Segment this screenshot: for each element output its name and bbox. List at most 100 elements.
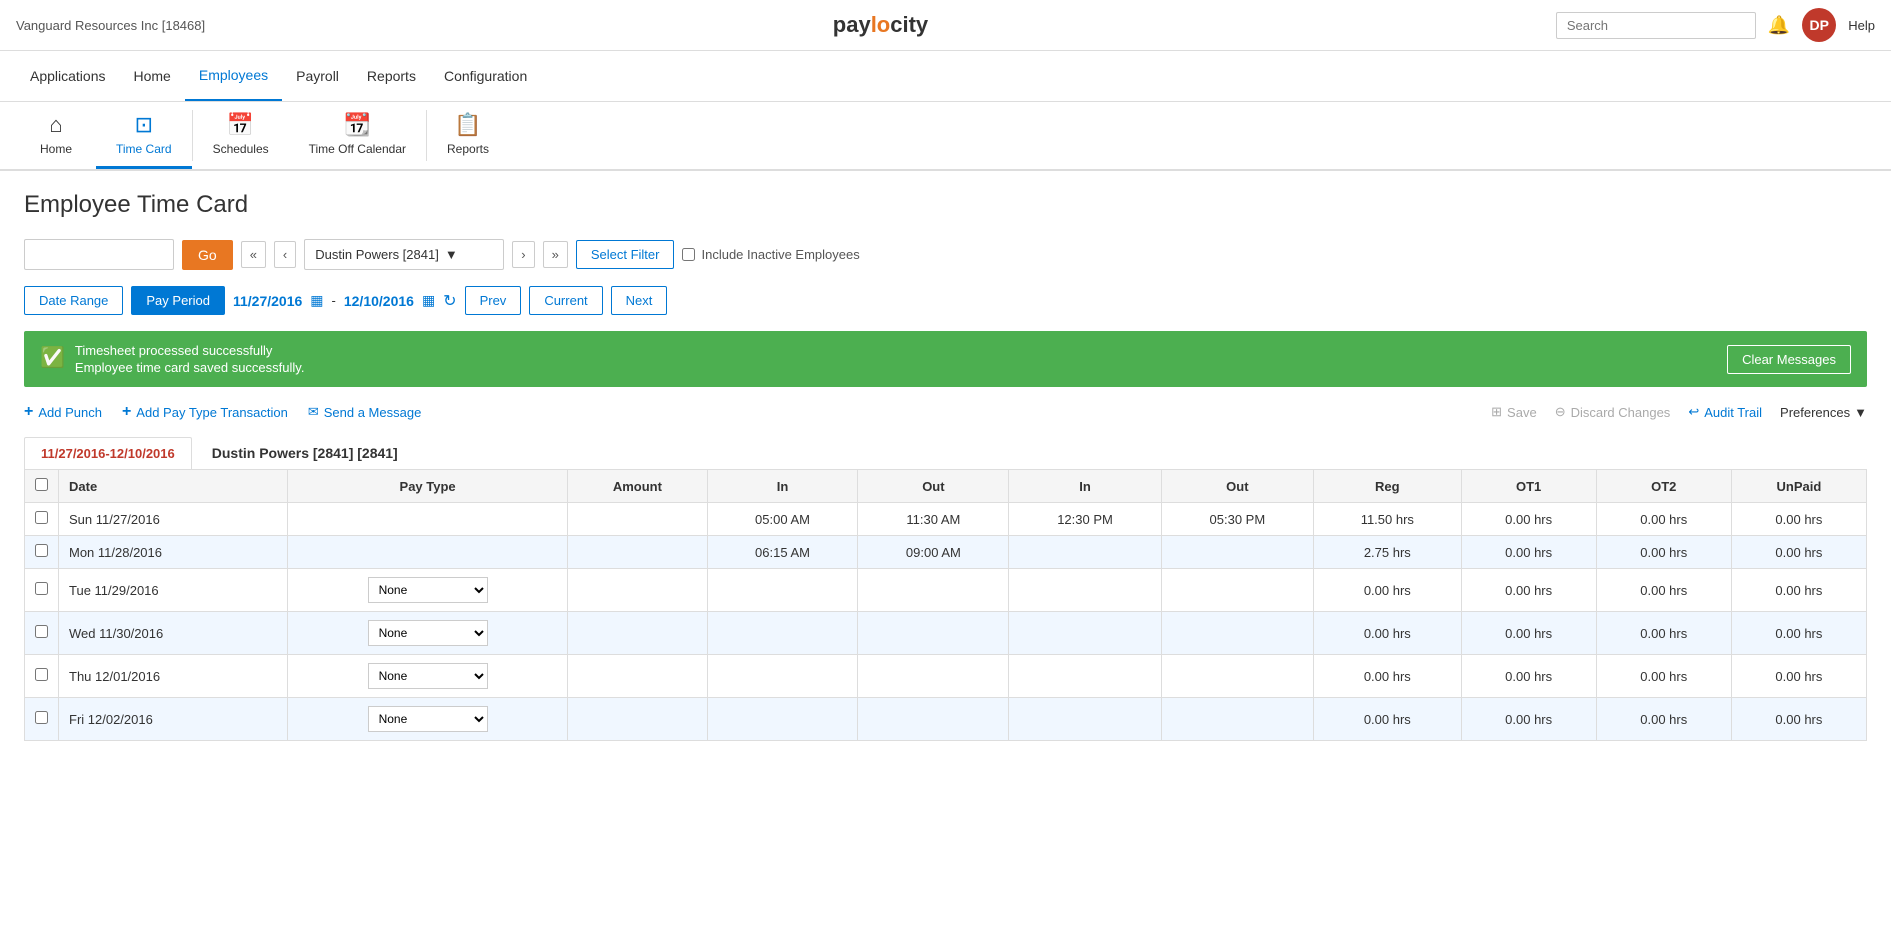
row-checkbox-cell	[25, 655, 59, 698]
prev-employee-button[interactable]: ‹	[274, 241, 296, 268]
end-date-calendar-icon[interactable]: ▦	[422, 292, 435, 309]
row-checkbox-5[interactable]	[35, 711, 48, 724]
bell-icon[interactable]: 🔔	[1768, 15, 1790, 36]
col-in1: In	[707, 470, 858, 503]
pay-period-button[interactable]: Pay Period	[131, 286, 225, 315]
discard-changes-button[interactable]: ⊖ Discard Changes	[1555, 404, 1671, 420]
row-unpaid: 0.00 hrs	[1731, 655, 1866, 698]
table-row: Thu 12/01/2016None0.00 hrs0.00 hrs0.00 h…	[25, 655, 1867, 698]
first-employee-button[interactable]: «	[241, 241, 266, 268]
start-date-calendar-icon[interactable]: ▦	[310, 292, 323, 309]
row-checkbox-0[interactable]	[35, 511, 48, 524]
select-all-checkbox[interactable]	[35, 478, 48, 491]
row-amount	[568, 698, 707, 741]
add-punch-button[interactable]: + Add Punch	[24, 403, 102, 421]
toolbar-home[interactable]: ⌂ Home	[16, 102, 96, 169]
top-bar-right: 🔔 DP Help	[1556, 8, 1875, 42]
date-range-button[interactable]: Date Range	[24, 286, 123, 315]
user-avatar[interactable]: DP	[1802, 8, 1836, 42]
col-unpaid: UnPaid	[1731, 470, 1866, 503]
row-out1	[858, 655, 1009, 698]
refresh-icon[interactable]: ↻	[443, 291, 456, 311]
row-pay-type: None	[287, 569, 567, 612]
audit-trail-button[interactable]: ↩ Audit Trail	[1688, 404, 1762, 420]
row-unpaid: 0.00 hrs	[1731, 503, 1866, 536]
nav-item-home[interactable]: Home	[120, 52, 185, 100]
row-ot2: 0.00 hrs	[1596, 698, 1731, 741]
last-employee-button[interactable]: »	[543, 241, 568, 268]
send-message-button[interactable]: ✉ Send a Message	[308, 404, 421, 420]
col-in2: In	[1009, 470, 1161, 503]
top-bar: Vanguard Resources Inc [18468] paylocity…	[0, 0, 1891, 51]
pay-type-select-5[interactable]: None	[368, 706, 488, 732]
row-ot1: 0.00 hrs	[1461, 612, 1596, 655]
col-out1: Out	[858, 470, 1009, 503]
employee-dropdown[interactable]: Dustin Powers [2841] ▼	[304, 239, 504, 270]
preferences-chevron-icon: ▼	[1854, 405, 1867, 420]
col-amount: Amount	[568, 470, 707, 503]
add-pay-type-label: Add Pay Type Transaction	[136, 405, 288, 420]
search-input[interactable]	[1556, 12, 1756, 39]
date-range-tab[interactable]: 11/27/2016-12/10/2016	[24, 437, 192, 469]
row-amount	[568, 569, 707, 612]
success-message-2: Employee time card saved successfully.	[75, 360, 305, 375]
toolbar-schedules[interactable]: 📅 Schedules	[193, 102, 289, 169]
timecard-header: 11/27/2016-12/10/2016 Dustin Powers [284…	[24, 437, 1867, 469]
employee-search-input[interactable]	[24, 239, 174, 270]
next-employee-button[interactable]: ›	[512, 241, 534, 268]
pay-type-select-4[interactable]: None	[368, 663, 488, 689]
row-in2: 12:30 PM	[1009, 503, 1161, 536]
table-row: Wed 11/30/2016None0.00 hrs0.00 hrs0.00 h…	[25, 612, 1867, 655]
select-filter-button[interactable]: Select Filter	[576, 240, 675, 269]
row-checkbox-1[interactable]	[35, 544, 48, 557]
go-button[interactable]: Go	[182, 240, 233, 270]
include-inactive-text: Include Inactive Employees	[701, 247, 859, 262]
row-unpaid: 0.00 hrs	[1731, 536, 1866, 569]
toolbar-time-card[interactable]: ⊡ Time Card	[96, 102, 192, 169]
row-checkbox-2[interactable]	[35, 582, 48, 595]
row-checkbox-4[interactable]	[35, 668, 48, 681]
row-reg: 0.00 hrs	[1314, 612, 1462, 655]
save-button[interactable]: ⊞ Save	[1491, 404, 1537, 420]
save-icon: ⊞	[1491, 404, 1502, 420]
current-period-button[interactable]: Current	[529, 286, 602, 315]
add-punch-label: Add Punch	[38, 405, 102, 420]
row-checkbox-3[interactable]	[35, 625, 48, 638]
clear-messages-button[interactable]: Clear Messages	[1727, 345, 1851, 374]
plus-icon-add-punch: +	[24, 403, 33, 421]
next-period-button[interactable]: Next	[611, 286, 668, 315]
row-checkbox-cell	[25, 569, 59, 612]
row-ot2: 0.00 hrs	[1596, 536, 1731, 569]
row-out2	[1161, 612, 1313, 655]
prev-period-button[interactable]: Prev	[465, 286, 522, 315]
date-range-row: Date Range Pay Period 11/27/2016 ▦ - 12/…	[24, 286, 1867, 315]
table-row: Tue 11/29/2016None0.00 hrs0.00 hrs0.00 h…	[25, 569, 1867, 612]
toolbar-time-off-calendar[interactable]: 📆 Time Off Calendar	[289, 102, 426, 169]
nav-item-reports[interactable]: Reports	[353, 52, 430, 100]
col-checkbox	[25, 470, 59, 503]
nav-item-payroll[interactable]: Payroll	[282, 52, 353, 100]
nav-item-employees[interactable]: Employees	[185, 51, 282, 101]
row-date: Thu 12/01/2016	[59, 655, 288, 698]
help-link[interactable]: Help	[1848, 18, 1875, 33]
preferences-button[interactable]: Preferences ▼	[1780, 405, 1867, 420]
toolbar-reports-label: Reports	[447, 142, 489, 156]
nav-item-applications[interactable]: Applications	[16, 52, 120, 100]
row-reg: 0.00 hrs	[1314, 569, 1462, 612]
include-inactive-checkbox[interactable]	[682, 248, 695, 261]
page-title: Employee Time Card	[24, 191, 1867, 219]
add-pay-type-button[interactable]: + Add Pay Type Transaction	[122, 403, 288, 421]
nav-item-configuration[interactable]: Configuration	[430, 52, 541, 100]
pay-type-select-3[interactable]: None	[368, 620, 488, 646]
row-reg: 11.50 hrs	[1314, 503, 1462, 536]
preferences-label: Preferences	[1780, 405, 1850, 420]
row-amount	[568, 655, 707, 698]
row-reg: 2.75 hrs	[1314, 536, 1462, 569]
row-pay-type: None	[287, 612, 567, 655]
row-in2	[1009, 569, 1161, 612]
row-out2	[1161, 698, 1313, 741]
row-date: Mon 11/28/2016	[59, 536, 288, 569]
toolbar-reports[interactable]: 📋 Reports	[427, 102, 509, 169]
pay-type-select-2[interactable]: None	[368, 577, 488, 603]
row-in1	[707, 612, 858, 655]
